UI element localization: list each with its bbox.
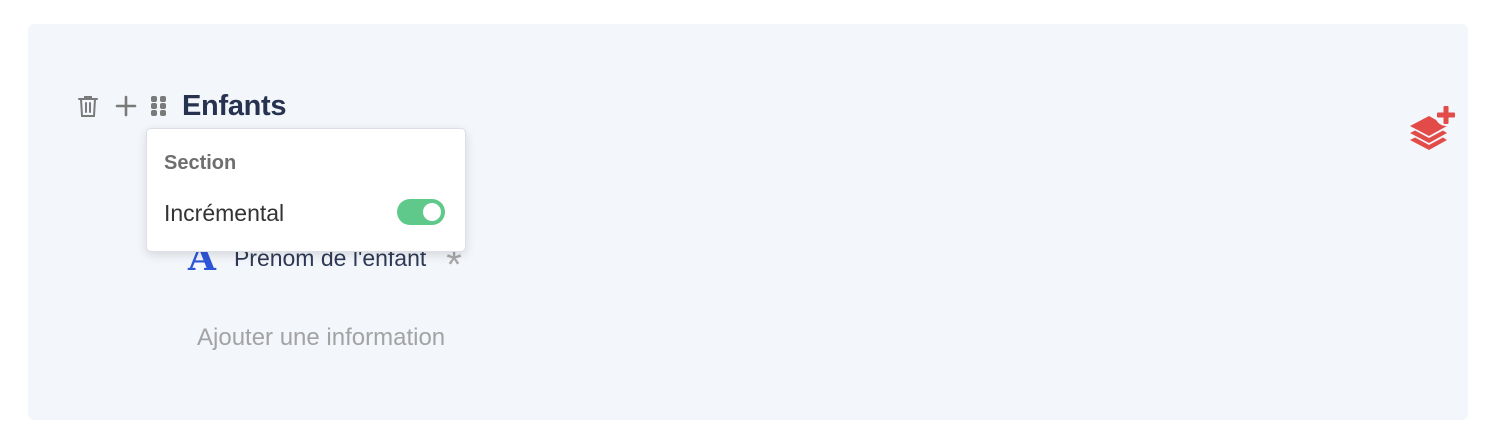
drag-handle-icon <box>151 96 166 116</box>
toggle-knob <box>423 203 441 221</box>
add-information-link[interactable]: Ajouter une information <box>197 324 445 352</box>
plus-icon <box>115 95 137 117</box>
section-settings-popover: Section Incrémental <box>146 128 466 252</box>
delete-section-button[interactable] <box>76 94 100 118</box>
section-header: Enfants <box>76 84 287 128</box>
drag-handle[interactable] <box>148 94 170 118</box>
popover-title: Section <box>164 152 237 174</box>
section-title[interactable]: Enfants <box>182 90 287 123</box>
incremental-label: Incrémental <box>164 200 285 226</box>
layers-plus-icon <box>1410 104 1457 150</box>
add-section-button[interactable] <box>1406 104 1458 152</box>
add-field-button[interactable] <box>114 94 138 118</box>
incremental-toggle[interactable] <box>397 199 445 225</box>
trash-icon <box>78 96 98 117</box>
